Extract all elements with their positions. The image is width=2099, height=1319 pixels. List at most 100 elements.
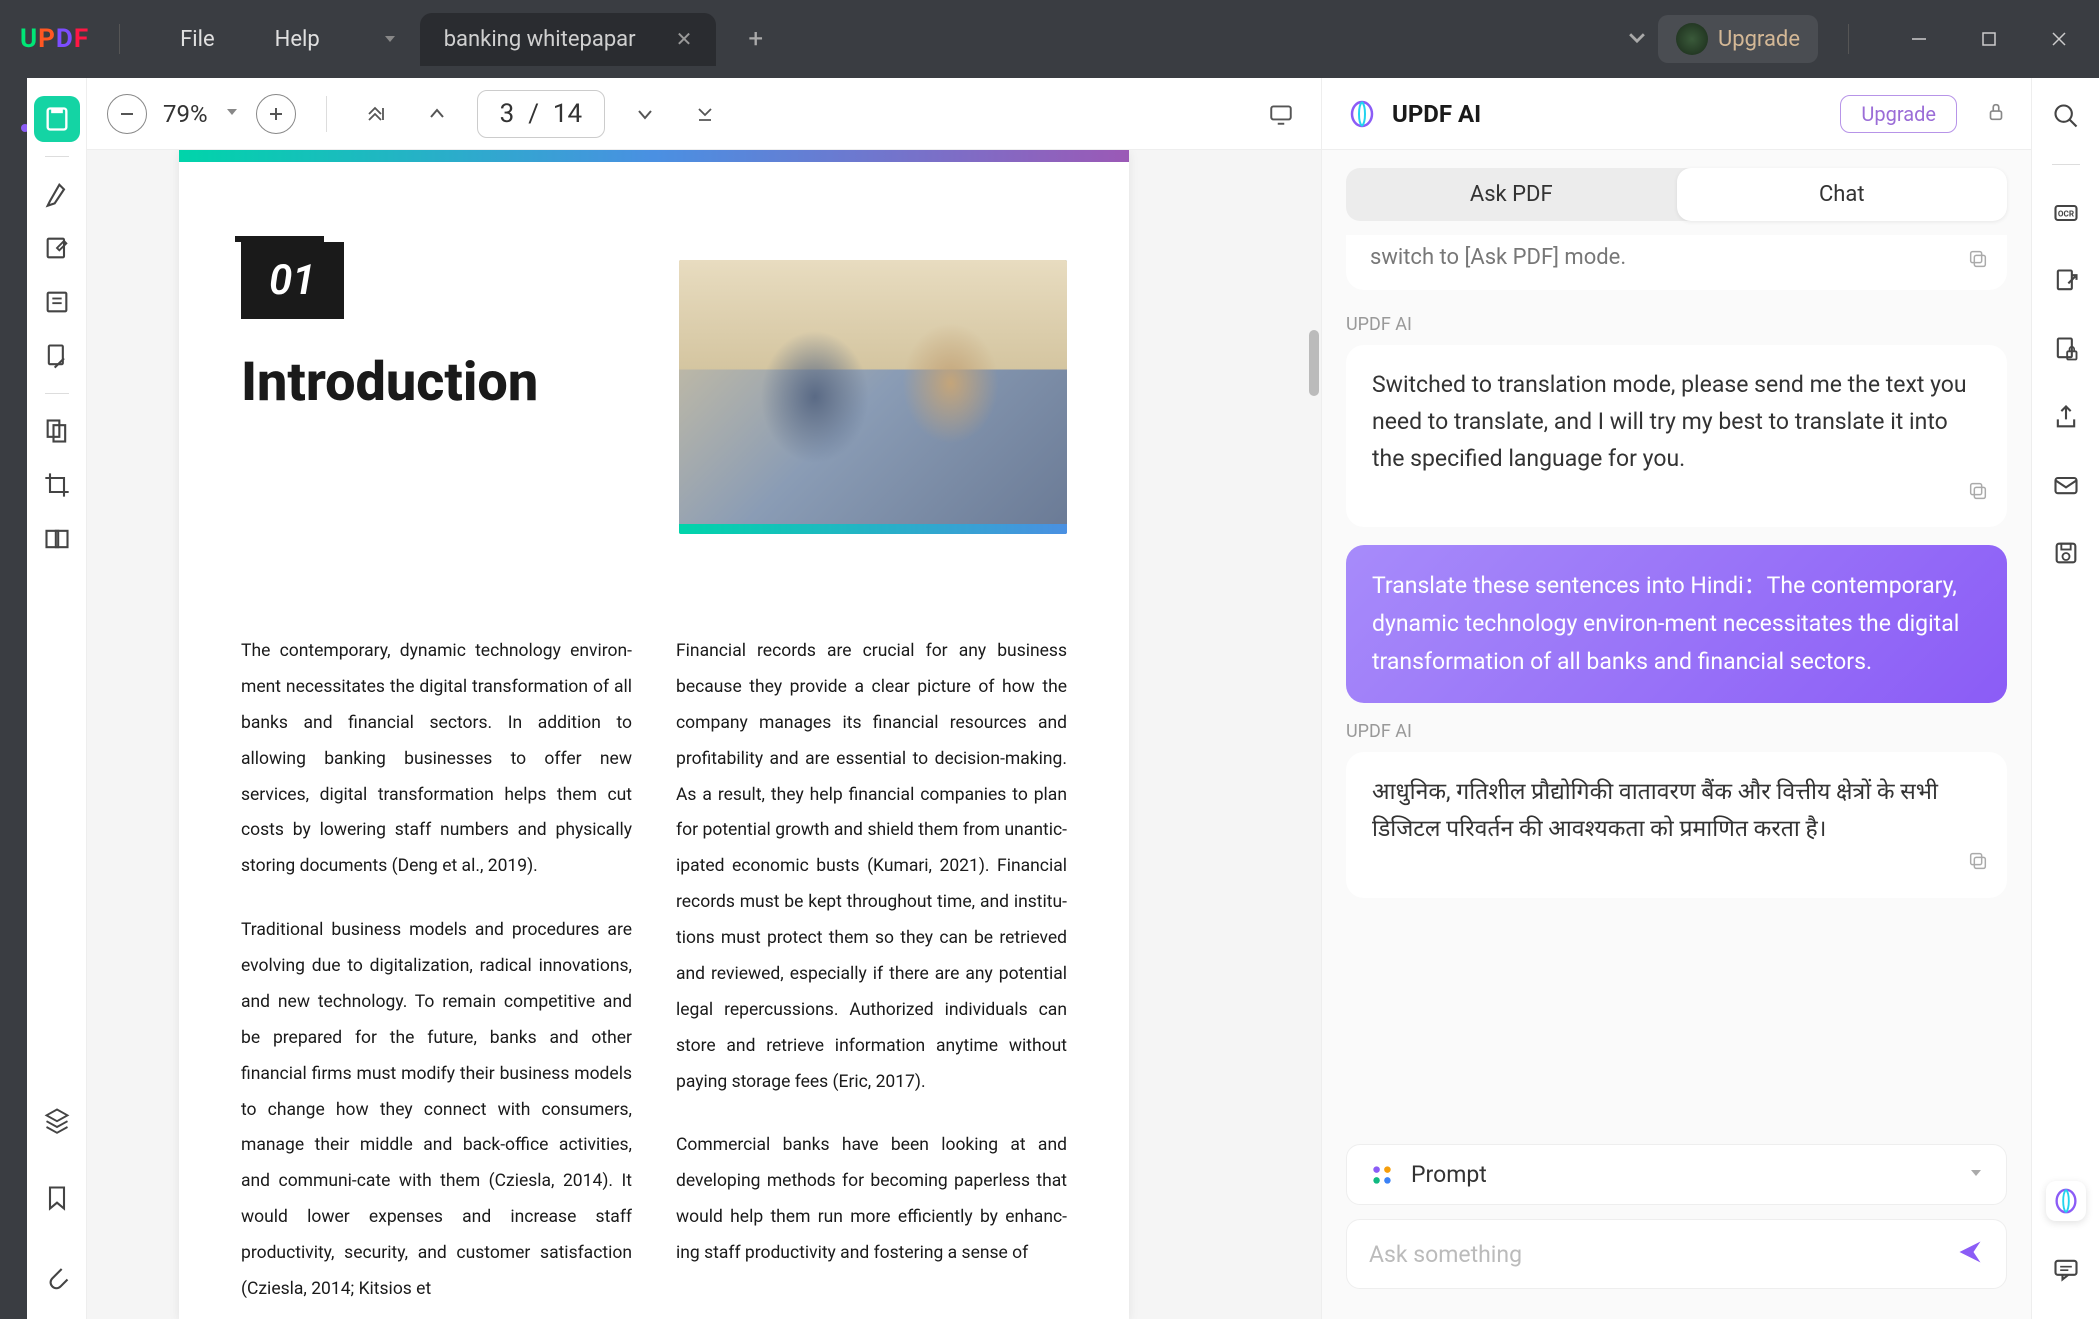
total-pages: 14 <box>553 99 582 129</box>
avatar <box>1676 23 1708 55</box>
copy-icon[interactable] <box>1967 477 1989 514</box>
text-column-right: Financial records are crucial for any bu… <box>676 634 1067 1319</box>
menu-file[interactable]: File <box>150 19 245 60</box>
share-icon[interactable] <box>2046 397 2086 437</box>
document-viewport[interactable]: 01 Introduction The contemporary, dynami… <box>87 150 1321 1319</box>
message-sender-label: UPDF AI <box>1346 721 2007 742</box>
edit-tool[interactable] <box>34 225 80 271</box>
chevron-down-icon <box>1968 1165 1984 1185</box>
ai-header: UPDF AI Upgrade <box>1322 78 2031 150</box>
close-icon[interactable]: ✕ <box>676 27 693 51</box>
section-number-badge: 01 <box>241 242 344 319</box>
divider <box>119 24 120 54</box>
zoom-value: 79% <box>163 100 208 128</box>
ocr-icon[interactable]: OCR <box>2046 193 2086 233</box>
ai-message: आधुनिक, गतिशील प्रौद्योगिकी वातावरण बैंक… <box>1346 752 2007 898</box>
separator <box>2052 164 2080 165</box>
reader-tool[interactable] <box>34 96 80 142</box>
tab-list-dropdown[interactable] <box>370 19 410 59</box>
page-sep: / <box>528 99 539 129</box>
attachment-icon[interactable] <box>34 1253 80 1299</box>
prompt-selector[interactable]: Prompt <box>1346 1144 2007 1205</box>
crop-tool[interactable] <box>34 462 80 508</box>
separator <box>45 393 69 394</box>
ai-assistant-button[interactable] <box>2046 1181 2086 1221</box>
left-toolbar <box>27 78 87 1319</box>
titlebar-dropdown[interactable] <box>1616 16 1658 62</box>
copy-icon[interactable] <box>1967 847 1989 884</box>
last-page-button[interactable] <box>685 94 725 134</box>
page-tool[interactable] <box>34 333 80 379</box>
prompt-label: Prompt <box>1411 1161 1952 1188</box>
ai-message: Switched to translation mode, please sen… <box>1346 345 2007 527</box>
page-accent-bar <box>179 150 1129 162</box>
export-icon[interactable] <box>2046 261 2086 301</box>
message-sender-label: UPDF AI <box>1346 314 2007 335</box>
new-tab-button[interactable]: + <box>736 18 775 60</box>
scrollbar-thumb[interactable] <box>1309 330 1319 396</box>
document-area: 79% 3 / 14 <box>87 78 1321 1319</box>
tab-chat[interactable]: Chat <box>1677 168 2008 221</box>
titlebar: UPDF File Help banking whitepapar ✕ + Up… <box>0 0 2099 78</box>
comment-icon[interactable] <box>2046 1249 2086 1289</box>
tab-ask-pdf[interactable]: Ask PDF <box>1346 168 1677 221</box>
minimize-button[interactable] <box>1899 19 1939 59</box>
layers-icon[interactable] <box>34 1097 80 1143</box>
prev-page-button[interactable] <box>417 94 457 134</box>
message-text: आधुनिक, गतिशील प्रौद्योगिकी वातावरण बैंक… <box>1372 778 1938 842</box>
upgrade-label: Upgrade <box>1718 27 1800 52</box>
user-message: Translate these sentences into Hindi：The… <box>1346 545 2007 703</box>
separator <box>326 96 327 132</box>
paragraph: Financial records are crucial for any bu… <box>676 634 1067 1100</box>
zoom-out-button[interactable] <box>107 94 147 134</box>
close-window-button[interactable] <box>2039 19 2079 59</box>
ask-input-box <box>1346 1219 2007 1289</box>
zoom-dropdown[interactable] <box>224 104 240 124</box>
ai-messages[interactable]: switch to [Ask PDF] mode. UPDF AI Switch… <box>1322 221 2031 1126</box>
document-tab[interactable]: banking whitepapar ✕ <box>420 13 717 66</box>
ai-upgrade-button[interactable]: Upgrade <box>1840 95 1957 133</box>
divider <box>1848 24 1849 54</box>
ai-panel: UPDF AI Upgrade Ask PDF Chat switch to [… <box>1321 78 2031 1319</box>
first-page-button[interactable] <box>357 94 397 134</box>
text-column-left: The contemporary, dynamic technology env… <box>241 634 632 1319</box>
current-page: 3 <box>500 99 515 129</box>
save-icon[interactable] <box>2046 533 2086 573</box>
presentation-button[interactable] <box>1261 94 1301 134</box>
upgrade-button[interactable]: Upgrade <box>1658 15 1818 63</box>
message-text: Switched to translation mode, please sen… <box>1372 371 1967 472</box>
paragraph: Commercial banks have been looking at an… <box>676 1128 1067 1272</box>
separator <box>45 156 69 157</box>
paragraph: Traditional business models and procedur… <box>241 913 632 1308</box>
send-button[interactable] <box>1956 1238 1984 1270</box>
svg-text:OCR: OCR <box>2057 209 2074 219</box>
maximize-button[interactable] <box>1969 19 2009 59</box>
protect-icon[interactable] <box>2046 329 2086 369</box>
message-text: Translate these sentences into Hindi：The… <box>1372 572 1959 675</box>
form-tool[interactable] <box>34 279 80 325</box>
highlight-tool[interactable] <box>34 171 80 217</box>
right-toolbar: OCR <box>2031 78 2099 1319</box>
copy-icon[interactable] <box>1967 248 1989 276</box>
pdf-page: 01 Introduction The contemporary, dynami… <box>179 150 1129 1319</box>
bookmark-icon[interactable] <box>34 1175 80 1221</box>
ai-mode-tabs: Ask PDF Chat <box>1346 168 2007 221</box>
email-icon[interactable] <box>2046 465 2086 505</box>
zoom-in-button[interactable] <box>256 94 296 134</box>
organize-tool[interactable] <box>34 408 80 454</box>
prompt-icon <box>1369 1162 1395 1188</box>
next-page-button[interactable] <box>625 94 665 134</box>
ai-message-partial: switch to [Ask PDF] mode. <box>1346 235 2007 290</box>
updf-ai-logo-icon <box>1346 98 1378 130</box>
app-logo: UPDF <box>20 24 89 54</box>
page-indicator[interactable]: 3 / 14 <box>477 90 606 138</box>
ai-input-area: Prompt <box>1322 1126 2031 1319</box>
paragraph: The contemporary, dynamic technology env… <box>241 634 632 885</box>
menu-help[interactable]: Help <box>245 19 350 60</box>
compare-tool[interactable] <box>34 516 80 562</box>
ai-title: UPDF AI <box>1392 100 1826 128</box>
hero-image <box>679 260 1067 534</box>
ask-input[interactable] <box>1369 1241 1956 1268</box>
lock-icon[interactable] <box>1985 101 2007 127</box>
search-icon[interactable] <box>2046 96 2086 136</box>
